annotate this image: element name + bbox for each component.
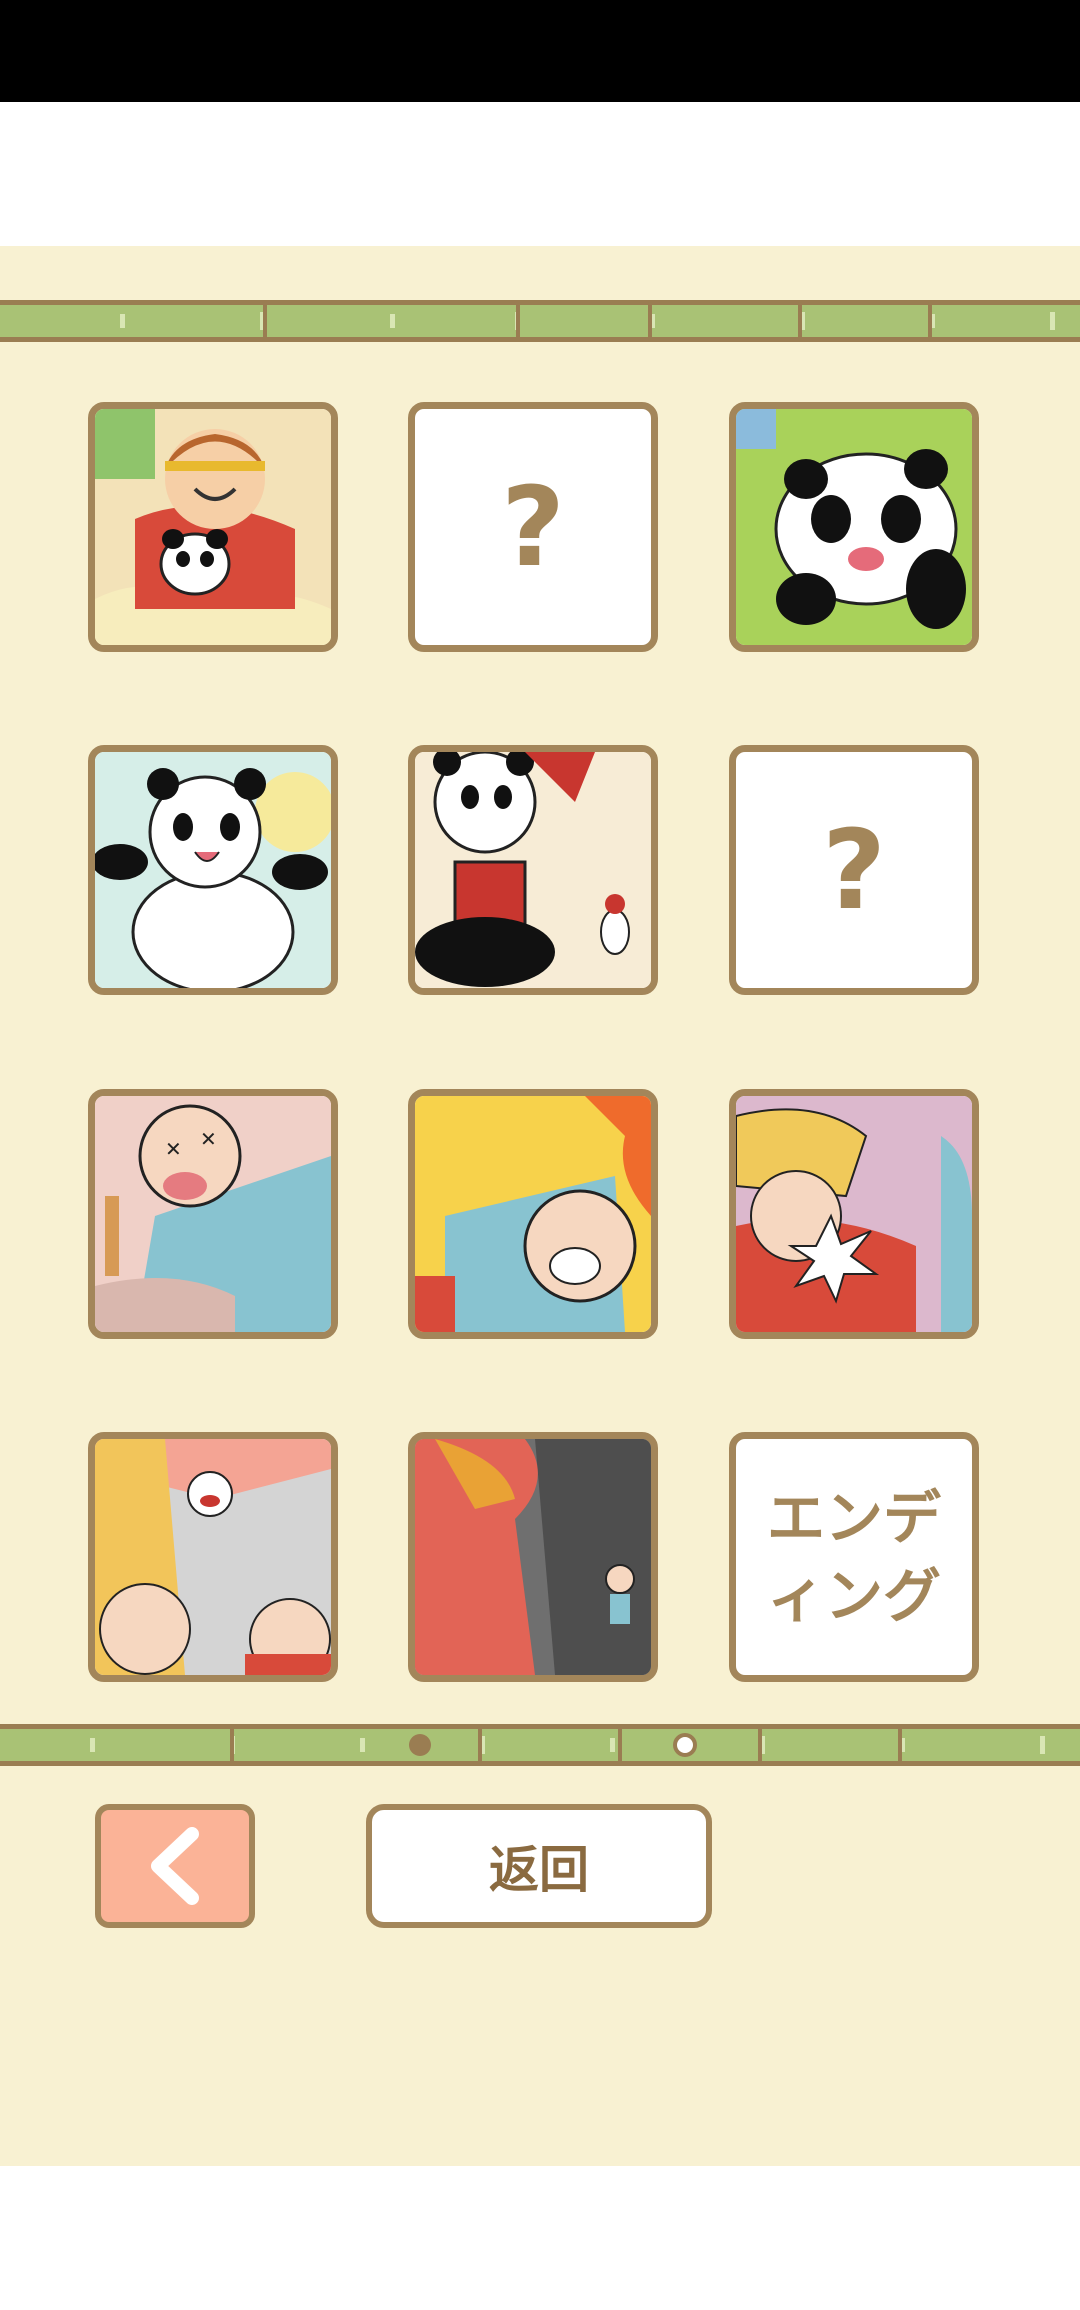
- ending-label: エンデ ィング: [736, 1439, 972, 1675]
- svg-text:✕: ✕: [165, 1137, 182, 1161]
- surprised-cat-illustration: [95, 1439, 331, 1675]
- gallery-tile-1[interactable]: [88, 402, 338, 652]
- panda-extinguisher-illustration: [415, 752, 651, 988]
- fainted-old-man-illustration: ✕ ✕: [95, 1096, 331, 1332]
- return-button[interactable]: 返回: [366, 1804, 712, 1928]
- monkey-king-panda-illustration: [95, 409, 331, 645]
- blond-man-shouting-illustration: [736, 1096, 972, 1332]
- bottom-margin: [0, 2166, 1080, 2310]
- svg-text:✕: ✕: [200, 1127, 217, 1151]
- crying-panda-illustration: [736, 409, 972, 645]
- ending-label-line-1: エンデ: [766, 1483, 941, 1552]
- gallery-tile-6-locked[interactable]: ?: [729, 745, 979, 995]
- old-man-fire-illustration: [415, 1096, 651, 1332]
- gallery-tile-9[interactable]: [729, 1089, 979, 1339]
- ending-label-line-2: ィング: [766, 1562, 941, 1630]
- top-margin: [0, 102, 1080, 246]
- gallery-tile-5[interactable]: [408, 745, 658, 995]
- status-bar: [0, 0, 1080, 102]
- page-indicator-dot-inactive[interactable]: [673, 1733, 697, 1757]
- gallery-tile-4[interactable]: [88, 745, 338, 995]
- gallery-tile-2-locked[interactable]: ?: [408, 402, 658, 652]
- happy-panda-illustration: [95, 752, 331, 988]
- chevron-left-icon: [151, 1827, 199, 1905]
- locked-question-mark: ?: [501, 463, 565, 591]
- gallery-tile-8[interactable]: [408, 1089, 658, 1339]
- gallery-tile-12-ending[interactable]: エンデ ィング: [729, 1432, 979, 1682]
- gallery-tile-3[interactable]: [729, 402, 979, 652]
- man-looking-down-illustration: [415, 1439, 651, 1675]
- gallery-tile-11[interactable]: [408, 1432, 658, 1682]
- bamboo-divider-top: [0, 296, 1080, 346]
- gallery-tile-7[interactable]: ✕ ✕: [88, 1089, 338, 1339]
- page-indicator-dot-active[interactable]: [409, 1734, 431, 1756]
- bamboo-divider-bottom: [0, 1720, 1080, 1770]
- previous-page-button[interactable]: [95, 1804, 255, 1928]
- gallery-tile-10[interactable]: [88, 1432, 338, 1682]
- locked-question-mark: ?: [822, 806, 886, 934]
